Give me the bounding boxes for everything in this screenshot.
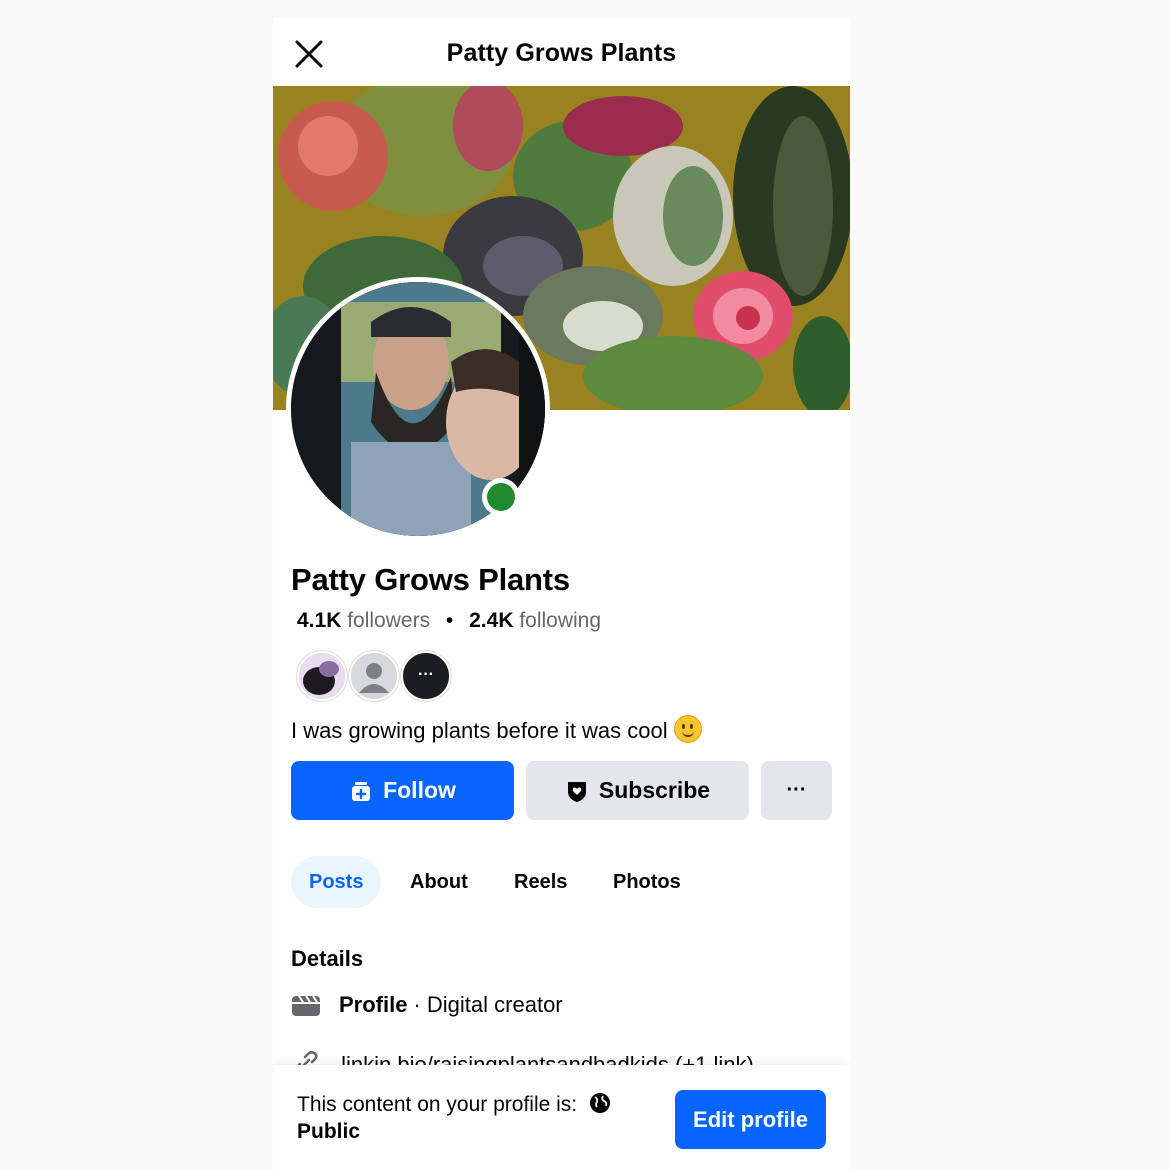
more-options-button[interactable]: ··· — [761, 761, 832, 820]
shield-heart-icon — [567, 781, 586, 802]
top-bar: Patty Grows Plants — [273, 18, 850, 86]
tab-reels[interactable]: Reels — [514, 856, 567, 908]
edit-profile-button[interactable]: Edit profile — [675, 1090, 826, 1149]
follow-icon — [352, 781, 371, 801]
globe-icon — [589, 1093, 610, 1113]
tab-posts[interactable]: Posts — [291, 856, 382, 908]
profile-screen: Patty Grows Plants Patty Grows Plants 4.… — [273, 18, 850, 1170]
page-title: Patty Grows Plants — [446, 39, 677, 67]
visibility-value: Public — [297, 1120, 361, 1143]
clapperboard-icon — [292, 995, 320, 1016]
mutual-avatar-default[interactable] — [349, 651, 399, 701]
more-mutuals-button[interactable]: ··· — [401, 651, 451, 701]
profile-name: Patty Grows Plants — [291, 562, 570, 597]
profile-bio: I was growing plants before it was cool — [291, 715, 702, 744]
mutual-avatar[interactable] — [297, 651, 347, 701]
smile-emoji-icon — [673, 715, 702, 743]
privacy-text: This content on your profile is: Public — [297, 1091, 611, 1145]
following-link[interactable]: 2.4K following — [469, 609, 601, 632]
subscribe-button[interactable]: Subscribe — [526, 761, 749, 820]
subscribe-label: Subscribe — [598, 777, 711, 803]
privacy-footer: This content on your profile is: Public … — [273, 1065, 850, 1170]
profile-avatar[interactable] — [286, 277, 550, 541]
online-status-indicator — [482, 478, 520, 516]
follow-label: Follow — [383, 777, 456, 803]
detail-label: Profile — [339, 992, 408, 1017]
tab-about[interactable]: About — [410, 856, 468, 908]
follow-stats: 4.1K followers • 2.4K following — [297, 609, 601, 633]
detail-value: · Digital creator — [413, 992, 563, 1017]
detail-profile-category: Profile · Digital creator — [291, 990, 563, 1020]
followers-link[interactable]: 4.1K followers — [297, 609, 430, 632]
stats-separator: • — [445, 609, 454, 632]
details-heading: Details — [291, 946, 364, 971]
follow-button[interactable]: Follow — [291, 761, 514, 820]
tab-photos[interactable]: Photos — [613, 856, 681, 908]
